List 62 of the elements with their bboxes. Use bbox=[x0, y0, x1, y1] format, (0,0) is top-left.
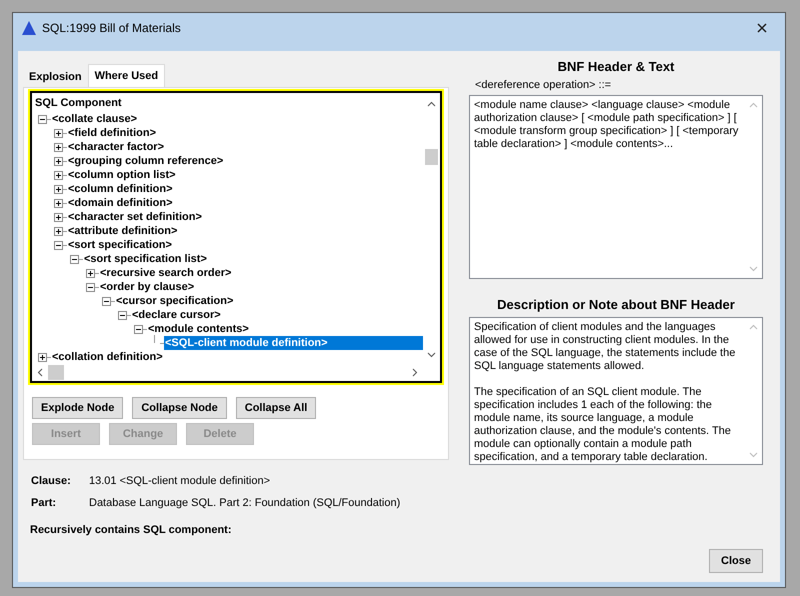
tree-action-button[interactable]: Explode Node bbox=[32, 397, 124, 419]
expander-icon[interactable] bbox=[70, 254, 79, 264]
scroll-down-icon[interactable] bbox=[427, 352, 436, 358]
expander-icon[interactable] bbox=[38, 114, 47, 124]
tree-item[interactable]: <SQL-client module definition> bbox=[164, 336, 423, 350]
close-button[interactable]: Close bbox=[709, 549, 763, 573]
detail-value: Database Language SQL. Part 2: Foundation (SQL/Foundation) bbox=[89, 497, 400, 509]
description-paragraph: Specification of client modules and the languages allowed for use in constructing client modules. In the case of the SQL language, the statements include the SQL language statements allowed. bbox=[474, 321, 736, 373]
expander-icon[interactable] bbox=[54, 142, 63, 152]
window-title: SQL:1999 Bill of Materials bbox=[42, 21, 181, 35]
tree-action-button[interactable]: Collapse All bbox=[236, 397, 316, 419]
expander-icon[interactable] bbox=[54, 170, 63, 180]
bnf-header: <dereference operation> ::= bbox=[475, 79, 612, 91]
section-title: BNF Header & Text bbox=[556, 59, 676, 75]
tree-item[interactable]: <character factor> bbox=[67, 140, 165, 154]
tree-item[interactable]: <collate clause> bbox=[51, 112, 138, 126]
tree-item[interactable]: <domain definition> bbox=[67, 196, 174, 210]
tree-item[interactable]: <attribute definition> bbox=[67, 224, 178, 238]
scroll-left-icon[interactable] bbox=[37, 368, 43, 377]
expander-icon[interactable] bbox=[102, 296, 111, 306]
tree-item[interactable]: <column option list> bbox=[67, 168, 177, 182]
tab[interactable]: Explosion bbox=[23, 67, 88, 87]
scroll-thumb[interactable] bbox=[425, 149, 438, 165]
expander-icon[interactable] bbox=[54, 184, 63, 194]
expander-icon[interactable] bbox=[134, 324, 143, 334]
expander-icon[interactable] bbox=[54, 198, 63, 208]
scroll-right-icon[interactable] bbox=[412, 368, 418, 377]
scroll-up-icon[interactable] bbox=[427, 101, 436, 107]
section-title: Description or Note about BNF Header bbox=[496, 297, 736, 313]
tree-header: SQL Component bbox=[34, 96, 123, 111]
expander-icon[interactable] bbox=[54, 226, 63, 236]
detail-value: 13.01 <SQL-client module definition> bbox=[89, 475, 270, 487]
tree-item[interactable]: <sort specification list> bbox=[83, 252, 208, 266]
section-label: Recursively contains SQL component: bbox=[29, 524, 233, 536]
tree-item[interactable]: <cursor specification> bbox=[115, 294, 234, 308]
tree-item[interactable]: <grouping column reference> bbox=[67, 154, 224, 168]
tab[interactable]: Where Used bbox=[88, 64, 166, 87]
expander-icon[interactable] bbox=[118, 310, 127, 320]
tree-action-button[interactable]: Collapse Node bbox=[132, 397, 227, 419]
tree-item[interactable]: <field definition> bbox=[67, 126, 158, 140]
expander-icon[interactable] bbox=[54, 212, 63, 222]
tree-item[interactable]: <column definition> bbox=[67, 182, 174, 196]
expander-icon[interactable] bbox=[54, 128, 63, 138]
expander-icon[interactable] bbox=[86, 268, 95, 278]
detail-label: Clause: bbox=[31, 475, 72, 487]
expander-icon[interactable] bbox=[54, 240, 63, 250]
close-icon bbox=[757, 23, 767, 33]
description-paragraph: The specification of an SQL client module. The specification includes 1 each of the following: the module name, its source language, a module authorization clause, and the module's contents. The module can optionally contain a module path specification, and a temporary table declaration. bbox=[474, 386, 732, 464]
tree-item[interactable]: <recursive search order> bbox=[99, 266, 232, 280]
tree-item[interactable]: <module contents> bbox=[147, 322, 250, 336]
tree-item[interactable]: <character set definition> bbox=[67, 210, 203, 224]
expander-icon[interactable] bbox=[54, 156, 63, 166]
bnf-text: <module name clause> <language clause> <module authorization clause> [ <module path specification> ] [ <module transform group specification> ] [ <temporary table declaration> ] <module contents>... bbox=[474, 99, 740, 151]
detail-label: Part: bbox=[31, 497, 58, 509]
tree-item[interactable]: <sort specification> bbox=[67, 238, 173, 252]
tree-item[interactable]: <collation definition> bbox=[51, 350, 164, 364]
tree-item[interactable]: <order by clause> bbox=[99, 280, 196, 294]
scroll-thumb[interactable] bbox=[48, 365, 64, 380]
expander-icon[interactable] bbox=[86, 282, 95, 292]
expander-icon[interactable] bbox=[38, 352, 47, 362]
triangle-logo-icon bbox=[22, 21, 36, 35]
tree-item[interactable]: <declare cursor> bbox=[131, 308, 222, 322]
